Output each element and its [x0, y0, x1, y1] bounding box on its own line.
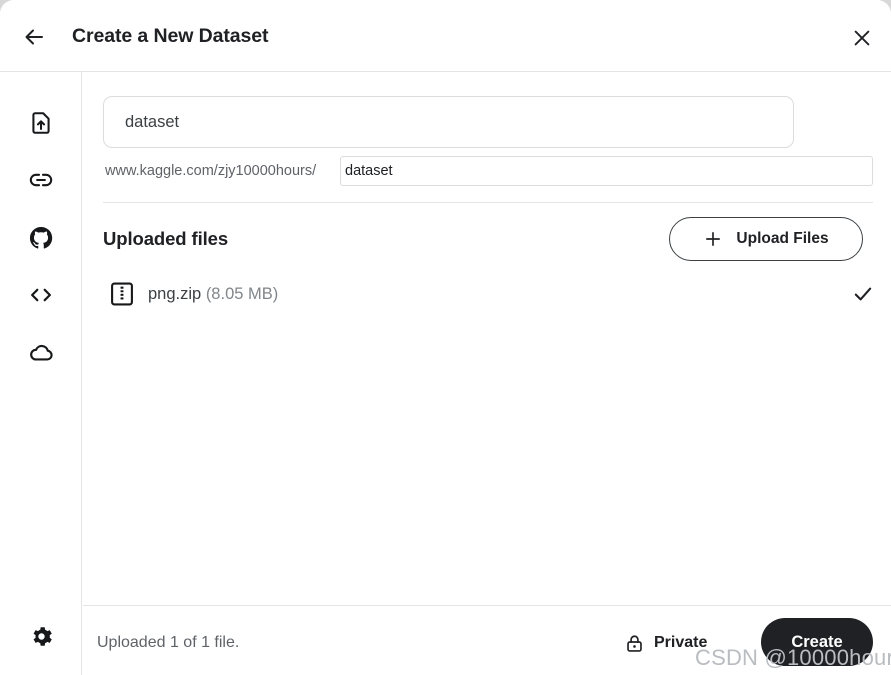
- sidebar-item-github-source[interactable]: [18, 215, 64, 261]
- check-icon: [847, 278, 879, 310]
- privacy-toggle[interactable]: Private: [624, 625, 707, 661]
- upload-files-button[interactable]: Upload Files: [669, 217, 863, 261]
- file-size-text: (8.05 MB): [205, 285, 279, 303]
- back-button[interactable]: [17, 20, 51, 54]
- sidebar-item-notebook-output[interactable]: [18, 272, 64, 318]
- lock-icon: [627, 634, 642, 652]
- source-type-rail: [0, 72, 82, 675]
- upload-status-text: Uploaded 1 of 1 file.: [97, 634, 240, 651]
- section-divider: [103, 202, 873, 203]
- page-title: Create a New Dataset: [72, 25, 269, 47]
- arrow-left-icon: [25, 29, 43, 45]
- gear-icon: [33, 626, 52, 646]
- link-icon: [29, 173, 53, 187]
- zip-file-icon: [108, 279, 136, 309]
- dataset-form-pane: www.kaggle.com/zjy10000hours/ Uploaded f…: [83, 73, 891, 675]
- close-icon: [854, 30, 870, 46]
- dataset-title-input[interactable]: [103, 96, 794, 148]
- uploaded-files-heading: Uploaded files: [103, 228, 229, 249]
- sidebar-item-upload-local-files[interactable]: [18, 100, 64, 146]
- upload-files-label: Upload Files: [736, 230, 829, 247]
- dataset-url-row: www.kaggle.com/zjy10000hours/: [103, 156, 873, 186]
- dataset-slug-input[interactable]: [340, 156, 873, 186]
- close-button[interactable]: [845, 21, 879, 55]
- list-item[interactable]: png.zip (8.05 MB): [103, 276, 873, 312]
- create-button[interactable]: Create: [761, 618, 873, 666]
- file-name: png.zip (8.05 MB): [148, 276, 278, 312]
- create-dataset-modal: Create a New Dataset dataset www.kaggle.…: [0, 0, 891, 675]
- code-brackets-icon: [31, 288, 51, 302]
- cloud-icon: [29, 344, 53, 361]
- sidebar-item-remote-link[interactable]: [18, 157, 64, 203]
- github-icon: [29, 226, 53, 249]
- privacy-label: Private: [654, 634, 708, 651]
- dataset-url-prefix: www.kaggle.com/zjy10000hours/: [105, 163, 317, 179]
- sidebar-item-settings[interactable]: [18, 613, 64, 659]
- sidebar-item-cloud-storage[interactable]: [18, 329, 64, 375]
- plus-icon: [706, 232, 721, 246]
- file-name-text: png.zip: [148, 285, 202, 303]
- footer-divider: [83, 605, 891, 606]
- file-upload-icon: [32, 112, 50, 134]
- modal-header: Create a New Dataset: [0, 0, 891, 72]
